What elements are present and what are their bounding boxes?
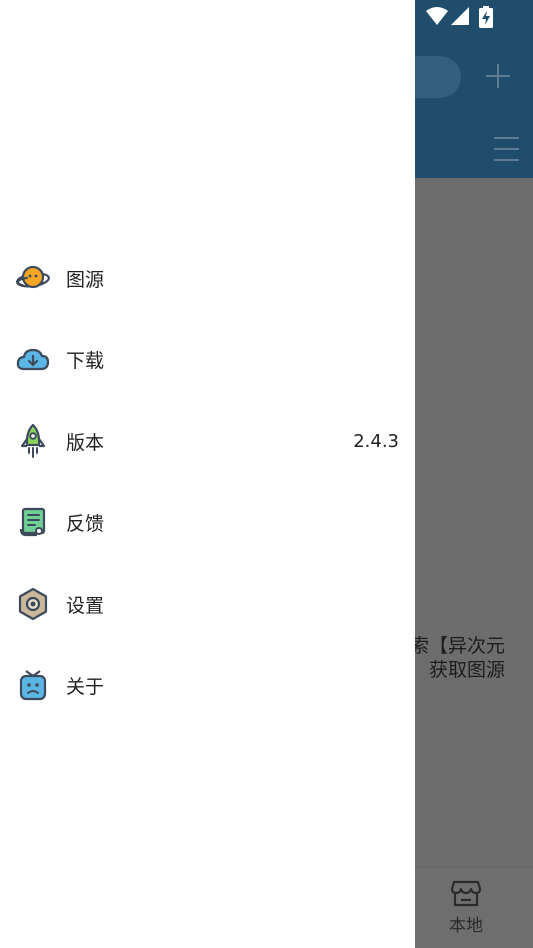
drawer-item-label: 设置 [66,594,105,617]
drawer-item-label: 下载 [66,349,105,372]
drawer-item-feedback[interactable]: 反馈 [0,481,415,563]
drawer-item-about[interactable]: 关于 [0,644,415,726]
drawer-item-version[interactable]: 版本 2.4.3 [0,400,415,482]
nav-label-local: 本地 [449,916,483,936]
drawer-item-sources[interactable]: 图源 [0,237,415,319]
cloud-download-icon [15,341,51,377]
add-icon[interactable] [484,62,512,90]
status-bar [425,6,533,28]
store-icon [450,880,482,907]
wifi-icon [426,7,448,25]
drawer-item-label: 关于 [66,675,105,698]
nav-item-local[interactable]: 本地 [440,872,492,942]
signal-icon [451,7,469,25]
drawer-item-label: 图源 [66,268,105,291]
version-value: 2.4.3 [353,430,399,452]
rocket-icon [15,423,51,459]
document-icon [15,504,51,540]
planet-icon [15,260,51,296]
drawer-item-label: 版本 [66,431,105,454]
drawer-item-downloads[interactable]: 下载 [0,318,415,400]
hex-nut-icon [15,586,51,622]
navigation-drawer: 图源 下载 版本 2.4.3 反馈 设置 关于 [0,0,415,948]
drawer-item-label: 反馈 [66,512,105,535]
robot-icon [15,667,51,703]
menu-icon[interactable] [494,137,519,161]
drawer-item-settings[interactable]: 设置 [0,563,415,645]
battery-charging-icon [479,6,493,28]
